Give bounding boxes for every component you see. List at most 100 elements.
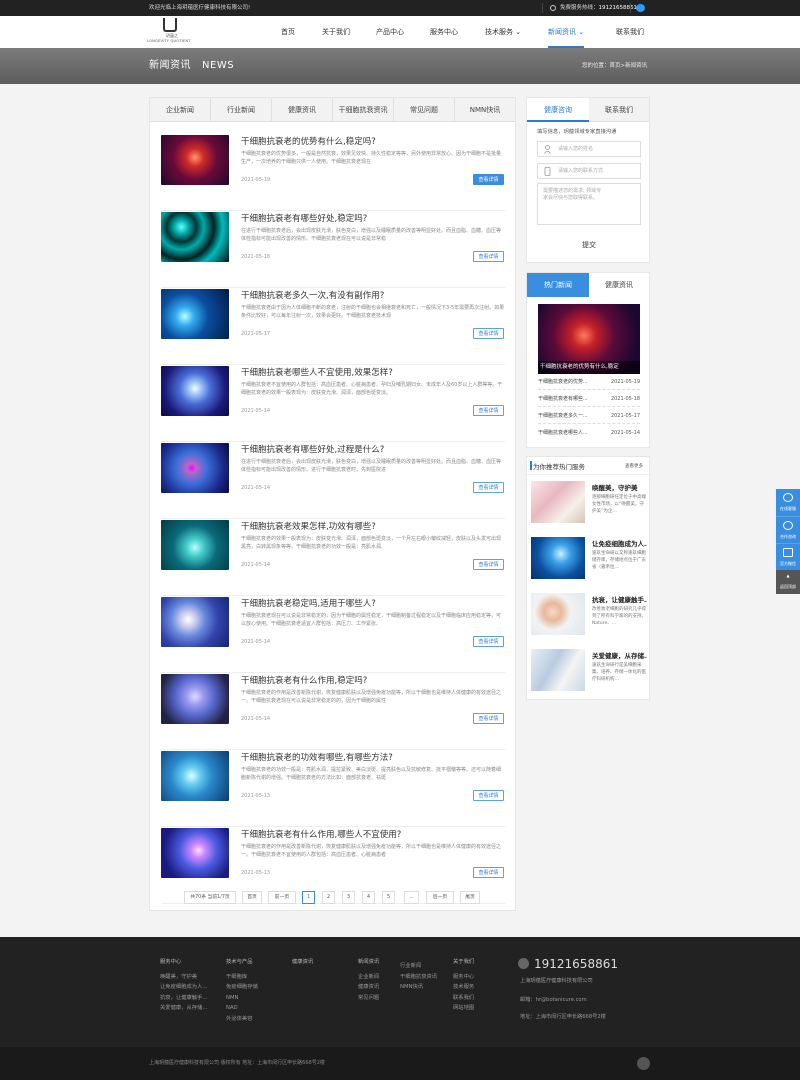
news-thumbnail[interactable] — [161, 289, 229, 339]
news-thumbnail[interactable] — [161, 828, 229, 878]
footer-link[interactable]: 唤醒美，守护美 — [160, 972, 208, 983]
nav-products[interactable]: 产品中心 — [376, 16, 404, 48]
wechat-icon[interactable] — [636, 4, 645, 12]
footer-link[interactable]: 技术服务 — [453, 982, 474, 993]
footer-link[interactable]: NMN — [226, 993, 258, 1004]
submit-button[interactable]: 提交 — [537, 240, 641, 250]
hot-news-item[interactable]: 干细胞抗衰老有哪些... 2021-05-18 — [538, 391, 640, 407]
tab-stemcell-news[interactable]: 干细胞抗衰资讯 — [333, 98, 394, 122]
page-last[interactable]: 尾页 — [460, 891, 480, 904]
news-item[interactable]: 干细胞抗衰老有哪些好处,过程是什么? 在进行干细胞抗衰老后，会出现皮肤光滑，肤色变… — [161, 443, 505, 519]
view-details-button[interactable]: 查看详情 — [473, 636, 504, 647]
view-details-button[interactable]: 查看详情 — [473, 405, 504, 416]
float-online-service[interactable]: 在线客服 — [776, 489, 800, 516]
view-details-button[interactable]: 查看详情 — [473, 328, 504, 339]
page-4[interactable]: 4 — [362, 891, 375, 904]
logo[interactable]: 玥蕴之 LONGEVITY QUOTIENT — [147, 18, 195, 46]
footer-link[interactable]: 联系我们 — [453, 993, 474, 1004]
service-item[interactable]: 让免疫细胞成为人… 速玖生命研以又称速玖细胞储存库，存储地点位于广东省（嘉禾拉… — [531, 537, 647, 585]
news-thumbnail[interactable] — [161, 751, 229, 801]
news-title[interactable]: 干细胞抗衰老效果怎样,功效有哪些? — [241, 520, 376, 532]
page-2[interactable]: 2 — [322, 891, 335, 904]
page-1[interactable]: 1 — [302, 891, 315, 904]
footer-link[interactable]: 常见问题 — [358, 993, 379, 1004]
view-details-button[interactable]: 查看详情 — [473, 251, 504, 262]
name-field[interactable]: 请输入您的姓名 — [537, 141, 641, 157]
view-details-button[interactable]: 查看详情 — [473, 559, 504, 570]
tab-nmn-news[interactable]: NMN快讯 — [455, 98, 515, 122]
nav-home[interactable]: 首页 — [281, 16, 295, 48]
view-details-button[interactable]: 查看详情 — [473, 867, 504, 878]
footer-link[interactable]: 网站地图 — [453, 1003, 474, 1014]
footer-link[interactable]: 外泌体美容 — [226, 1014, 258, 1025]
page-3[interactable]: 3 — [342, 891, 355, 904]
news-title[interactable]: 干细胞抗衰老有哪些好处,过程是什么? — [241, 443, 384, 455]
hot-news-item[interactable]: 干细胞抗衰老哪些人... 2021-05-14 — [538, 425, 640, 441]
nav-news[interactable]: 新闻资讯 ⌄ — [548, 16, 585, 48]
view-details-button[interactable]: 查看详情 — [473, 713, 504, 724]
nav-services[interactable]: 服务中心 — [430, 16, 458, 48]
tab-faq[interactable]: 常见问题 — [394, 98, 455, 122]
view-details-button[interactable]: 查看详情 — [473, 174, 504, 185]
footer-link[interactable]: 免疫细胞存储 — [226, 982, 258, 993]
news-title[interactable]: 干细胞抗衰老有什么作用,稳定吗? — [241, 674, 367, 686]
footer-link[interactable]: 抗衰，让健康触手… — [160, 993, 208, 1004]
hot-news-item[interactable]: 干细胞抗衰老多久一... 2021-05-17 — [538, 408, 640, 424]
footer-email[interactable]: 邮箱：hr@botanicure.com — [520, 996, 587, 1003]
news-item[interactable]: 干细胞抗衰老的优势有什么,稳定吗? 干细胞抗衰老的优势很多，一般是自然抗衰，效果见… — [161, 135, 505, 211]
tab-company-news[interactable]: 企业新闻 — [150, 98, 211, 122]
tab-consult[interactable]: 健康咨询 — [527, 98, 589, 122]
news-title[interactable]: 干细胞抗衰老稳定吗,适用于哪些人? — [241, 597, 376, 609]
page-first[interactable]: 首页 — [242, 891, 262, 904]
news-item[interactable]: 干细胞抗衰老有什么作用,稳定吗? 干细胞抗衰老的作用是改善新陈代谢，恢复健康肌肤以… — [161, 674, 505, 750]
footer-link[interactable]: 服务中心 — [453, 972, 474, 983]
tab-health-news[interactable]: 健康资讯 — [272, 98, 333, 122]
footer-link[interactable]: NMN快讯 — [400, 982, 437, 993]
breadcrumb[interactable]: 您的位置：首页>新闻资讯 — [582, 48, 647, 84]
nav-contact[interactable]: 联系我们 — [616, 16, 644, 48]
news-thumbnail[interactable] — [161, 674, 229, 724]
news-thumbnail[interactable] — [161, 366, 229, 416]
wechat-icon[interactable] — [637, 1057, 650, 1070]
footer-link[interactable]: 行业新闻 — [400, 961, 437, 972]
page-5[interactable]: 5 — [382, 891, 395, 904]
news-thumbnail[interactable] — [161, 135, 229, 185]
services-more-link[interactable]: 查看更多 — [625, 463, 643, 469]
footer-link[interactable]: NAD — [226, 1003, 258, 1014]
tab-industry-news[interactable]: 行业新闻 — [211, 98, 272, 122]
nav-about[interactable]: 关于我们 — [322, 16, 350, 48]
footer-link[interactable]: 让免疫细胞成为人… — [160, 982, 208, 993]
news-title[interactable]: 干细胞抗衰老多久一次,有没有副作用? — [241, 289, 384, 301]
news-item[interactable]: 干细胞抗衰老的功效有哪些,有哪些方法? 干细胞抗衰老的功效一般是：亮肌水润、提拉紧… — [161, 751, 505, 827]
news-thumbnail[interactable] — [161, 212, 229, 262]
news-item[interactable]: 干细胞抗衰老稳定吗,适用于哪些人? 干细胞抗衰老现在可以说是非常稳定的，因为干细胞… — [161, 597, 505, 673]
nav-tech[interactable]: 技术服务 ⌄ — [485, 16, 521, 48]
phone-field[interactable]: 请输入您的联系方式 — [537, 163, 641, 179]
footer-link[interactable]: 企业新闻 — [358, 972, 379, 983]
page-prev[interactable]: 前一页 — [268, 891, 296, 904]
float-cooperation[interactable]: 合作咨询 — [776, 516, 800, 543]
message-field[interactable]: 需要描述您的需求, 领域专家会尽快与您取得联系。 — [537, 183, 641, 225]
news-title[interactable]: 干细胞抗衰老的功效有哪些,有哪些方法? — [241, 751, 393, 763]
news-thumbnail[interactable] — [161, 520, 229, 570]
hot-news-image[interactable]: 干细胞抗衰老的优势有什么,稳定 — [538, 304, 640, 374]
news-title[interactable]: 干细胞抗衰老有什么作用,哪些人不宜使用? — [241, 828, 401, 840]
news-thumbnail[interactable] — [161, 597, 229, 647]
service-item[interactable]: 抗衰，让健康触手… 改善衰老细胞的研究几乎得到了所有科学家的的支持。Nature… — [531, 593, 647, 641]
news-title[interactable]: 干细胞抗衰老哪些人不宜使用,效果怎样? — [241, 366, 393, 378]
news-item[interactable]: 干细胞抗衰老多久一次,有没有副作用? 干细胞抗衰老由于因为人体细胞不断的衰老，注射… — [161, 289, 505, 365]
footer-link[interactable]: 干细胞抗衰资讯 — [400, 972, 437, 983]
footer-link[interactable]: 健康资讯 — [358, 982, 379, 993]
news-item[interactable]: 干细胞抗衰老哪些人不宜使用,效果怎样? 干细胞抗衰老不宜使用的人群包括：高血压患者… — [161, 366, 505, 442]
view-details-button[interactable]: 查看详情 — [473, 482, 504, 493]
news-title[interactable]: 干细胞抗衰老有哪些好处,稳定吗? — [241, 212, 367, 224]
float-wechat[interactable]: 官方微信 — [776, 543, 800, 570]
tab-contact[interactable]: 联系我们 — [589, 98, 649, 122]
view-details-button[interactable]: 查看详情 — [473, 790, 504, 801]
footer-link[interactable]: 关爱健康，从存储… — [160, 1003, 208, 1014]
hot-news-item[interactable]: 干细胞抗衰老的优势... 2021-05-19 — [538, 374, 640, 390]
page-next[interactable]: 后一页 — [426, 891, 454, 904]
service-item[interactable]: 唤醒美，守护美 逐那细胞研任定位于中高端女性市场，以“唤醒美，守护美”为企… — [531, 481, 647, 529]
news-title[interactable]: 干细胞抗衰老的优势有什么,稳定吗? — [241, 135, 376, 147]
news-item[interactable]: 干细胞抗衰老有哪些好处,稳定吗? 在进行干细胞抗衰老后，会出现皮肤光滑，肤色变白，… — [161, 212, 505, 288]
